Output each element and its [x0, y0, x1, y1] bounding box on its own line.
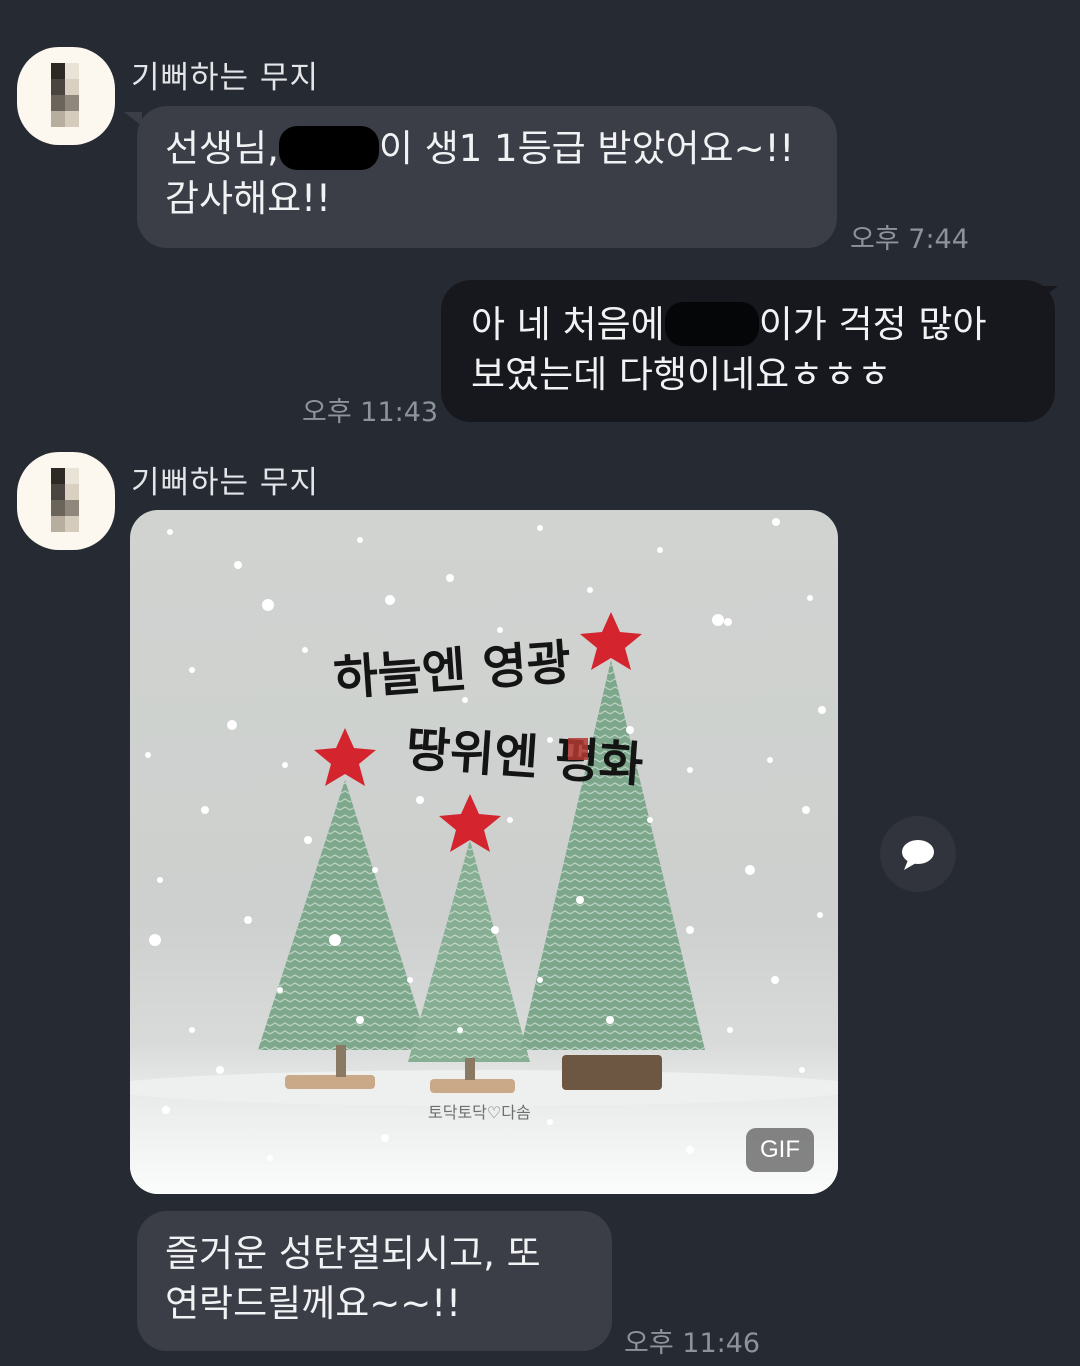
chat-screen: 기뻐하는 무지 선생님, 이 생1 1등급 받았어요~!! 감사해요!! 오후 7… — [0, 0, 1080, 1366]
message-line: 감사해요!! — [165, 177, 331, 220]
gif-signature: 토닥토닥♡다솜 — [428, 1103, 531, 1122]
message-timestamp: 오후 11:43 — [302, 397, 439, 428]
tree-middle — [408, 794, 530, 1093]
message-line: 보였는데 다행이네요ㅎㅎㅎ — [471, 353, 892, 396]
tree-left — [258, 728, 430, 1089]
sender-name: 기뻐하는 무지 — [131, 60, 319, 96]
stamp-seal — [568, 738, 588, 760]
sender-name: 기뻐하는 무지 — [131, 465, 319, 501]
message-bubble[interactable]: 아 네 처음에 이가 걱정 많아 보였는데 다행이네요ㅎㅎㅎ — [441, 280, 1055, 422]
speech-bubble-icon — [902, 840, 934, 870]
calligraphy-line1: 하늘엔 영광 — [332, 635, 573, 707]
gif-badge: GIF — [746, 1128, 814, 1172]
message-line: 연락드릴께요~~!! — [165, 1282, 461, 1325]
profile-avatar[interactable] — [17, 452, 115, 550]
gif-image[interactable]: 하늘엔 영광 땅위엔 평화 토닥토닥♡다솜 GIF — [130, 510, 838, 1194]
christmas-tree-gif: 하늘엔 영광 땅위엔 평화 토닥토닥♡다솜 — [130, 518, 838, 1194]
redacted-name — [664, 301, 759, 346]
message-bubble[interactable]: 즐거운 성탄절되시고, 또 연락드릴께요~~!! — [137, 1211, 612, 1351]
redacted-name — [278, 125, 379, 170]
avatar-image — [51, 63, 79, 127]
message-line: 선생님, 이 생1 1등급 받았어요~!! — [165, 125, 795, 170]
message-timestamp: 오후 7:44 — [850, 224, 969, 255]
avatar-image — [51, 468, 79, 532]
share-button[interactable] — [880, 816, 956, 892]
message-line: 아 네 처음에 이가 걱정 많아 — [471, 301, 987, 346]
message-timestamp: 오후 11:46 — [624, 1328, 761, 1359]
profile-avatar[interactable] — [17, 47, 115, 145]
message-bubble[interactable]: 선생님, 이 생1 1등급 받았어요~!! 감사해요!! — [137, 106, 837, 248]
message-line: 즐거운 성탄절되시고, 또 — [165, 1232, 541, 1275]
